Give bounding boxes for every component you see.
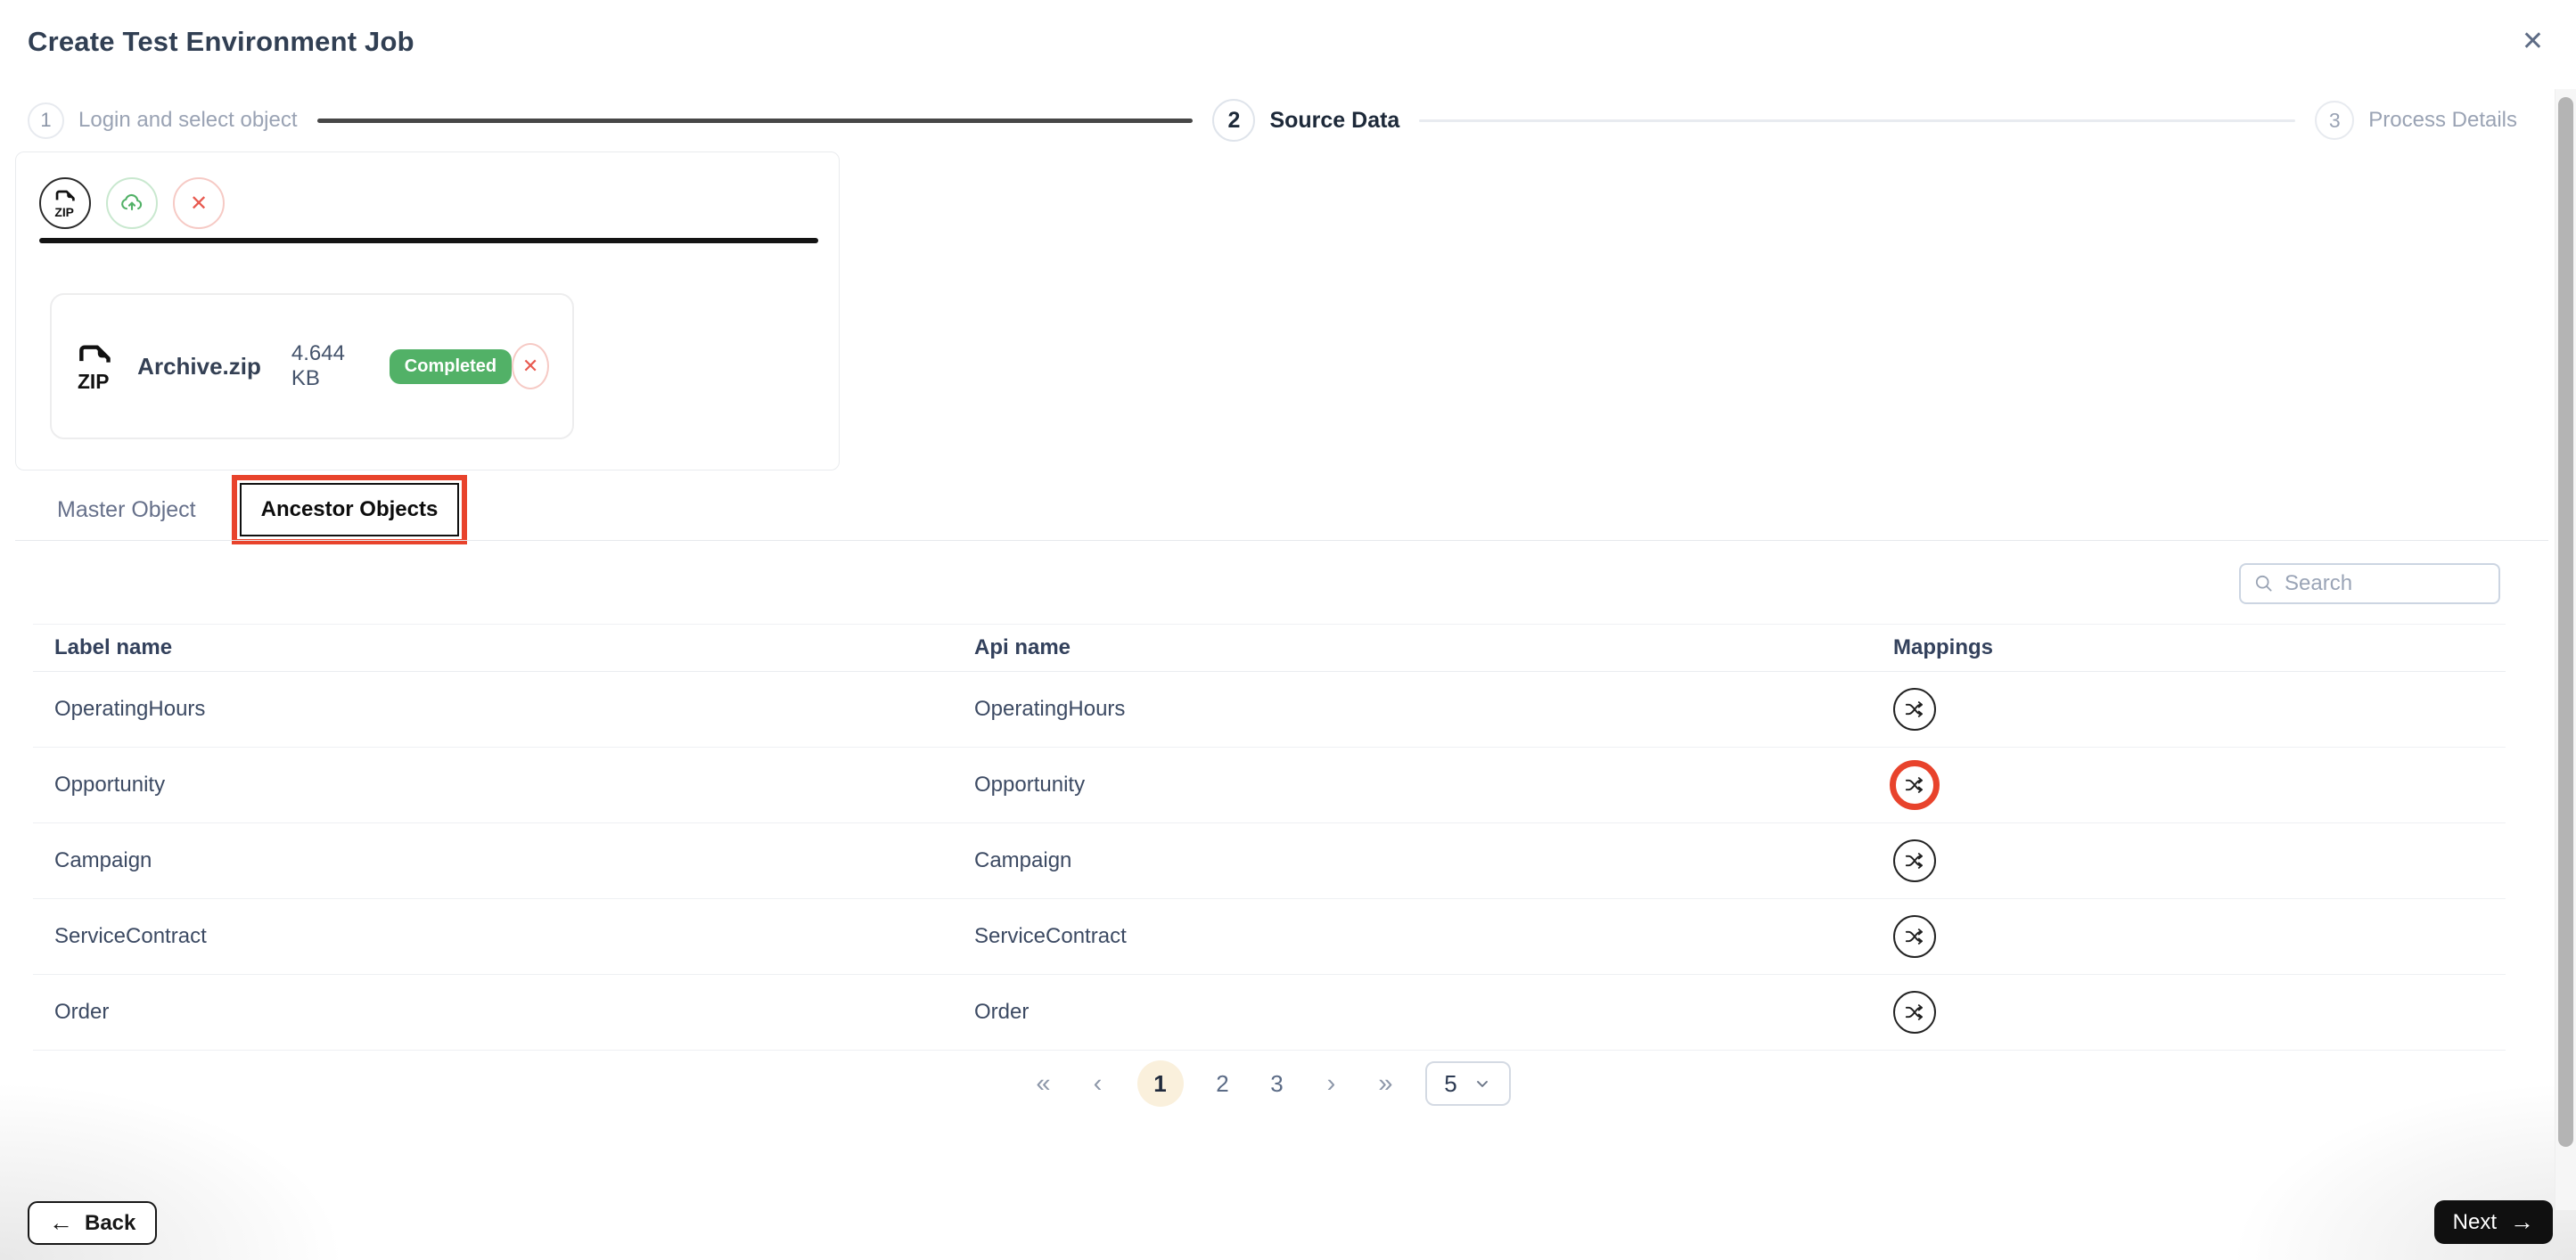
step-process-details[interactable]: 3 Process Details bbox=[2315, 101, 2517, 140]
next-button[interactable]: Next → bbox=[2433, 1200, 2553, 1244]
cell-api-name: OperatingHours bbox=[974, 697, 1126, 721]
column-header-api-name: Api name bbox=[974, 635, 1071, 659]
table-row: Order Order bbox=[33, 975, 2506, 1051]
table-row: ServiceContract ServiceContract bbox=[33, 899, 2506, 975]
pagination-page-1[interactable]: 1 bbox=[1136, 1060, 1184, 1107]
pagination-page-3[interactable]: 3 bbox=[1262, 1070, 1292, 1098]
back-button-label: Back bbox=[85, 1210, 136, 1235]
shuffle-icon bbox=[1905, 929, 1924, 945]
page-size-select[interactable]: 5 bbox=[1424, 1061, 1511, 1106]
cell-api-name: ServiceContract bbox=[974, 924, 1127, 948]
file-size: 4.644 KB bbox=[291, 341, 345, 390]
next-button-label: Next bbox=[2452, 1209, 2497, 1234]
step-1-label: Login and select object bbox=[78, 108, 298, 132]
step-login-and-select-object[interactable]: 1 Login and select object bbox=[28, 102, 298, 139]
shuffle-icon bbox=[1905, 1004, 1924, 1020]
step-2-circle: 2 bbox=[1212, 99, 1256, 142]
back-arrow-icon: ← bbox=[49, 1209, 73, 1236]
shuffle-icon bbox=[1905, 853, 1924, 869]
cell-label-name: OperatingHours bbox=[54, 697, 206, 721]
status-badge: Completed bbox=[389, 348, 513, 384]
pagination-first-icon[interactable]: « bbox=[1029, 1070, 1059, 1097]
annotation-red-rectangle: Ancestor Objects bbox=[231, 475, 468, 544]
mappings-shuffle-button[interactable] bbox=[1893, 839, 1936, 882]
step-3-label: Process Details bbox=[2368, 108, 2518, 132]
back-button[interactable]: ← Back bbox=[28, 1201, 158, 1245]
mappings-shuffle-button[interactable] bbox=[1893, 991, 1936, 1034]
column-header-label-name: Label name bbox=[54, 635, 173, 659]
tabs-divider bbox=[15, 540, 2548, 541]
chevron-down-icon bbox=[1476, 1081, 1488, 1087]
svg-text:ZIP: ZIP bbox=[54, 205, 74, 218]
page-title: Create Test Environment Job bbox=[28, 26, 414, 57]
scrollbar-thumb[interactable] bbox=[2558, 97, 2573, 1147]
scrollbar-track[interactable] bbox=[2555, 89, 2576, 1210]
stepper-connector-upcoming bbox=[1419, 119, 2296, 122]
zip-glyph: ZIP bbox=[54, 190, 75, 218]
cell-api-name: Order bbox=[974, 1000, 1030, 1024]
upload-progress-bar bbox=[39, 238, 818, 243]
step-3-circle: 3 bbox=[2315, 101, 2355, 140]
file-name: Archive.zip bbox=[137, 352, 261, 380]
pagination-page-2[interactable]: 2 bbox=[1208, 1070, 1238, 1098]
create-test-environment-job-modal: Create Test Environment Job ✕ 1 Login an… bbox=[0, 0, 2576, 1260]
uploaded-file-card: ZIP Archive.zip 4.644 KB Completed ✕ bbox=[50, 293, 574, 439]
mappings-shuffle-button[interactable] bbox=[1893, 915, 1936, 958]
pagination: « ‹ 1 2 3 › » 5 bbox=[33, 1059, 2506, 1109]
pagination-prev-icon[interactable]: ‹ bbox=[1083, 1070, 1113, 1097]
mappings-shuffle-button-highlighted[interactable] bbox=[1890, 760, 1940, 810]
step-source-data[interactable]: 2 Source Data bbox=[1212, 99, 1399, 142]
step-2-label: Source Data bbox=[1269, 107, 1400, 133]
tab-master-object[interactable]: Master Object bbox=[36, 485, 217, 536]
table-row: OperatingHours OperatingHours bbox=[33, 672, 2506, 748]
table-row: Opportunity Opportunity bbox=[33, 748, 2506, 823]
search-icon bbox=[2255, 575, 2272, 592]
cloud-upload-icon[interactable] bbox=[106, 177, 158, 229]
cancel-upload-icon[interactable]: ✕ bbox=[173, 177, 225, 229]
cell-label-name: Opportunity bbox=[54, 773, 166, 797]
ancestor-objects-table: Label name Api name Mappings OperatingHo… bbox=[33, 624, 2506, 1051]
table-header: Label name Api name Mappings bbox=[33, 624, 2506, 672]
next-arrow-icon: → bbox=[2510, 1208, 2534, 1235]
shuffle-icon bbox=[1905, 777, 1924, 793]
zip-file-icon[interactable]: ZIP bbox=[39, 177, 91, 229]
upload-card: ZIP ✕ ZIP Archive.zip 4.644 KB Completed… bbox=[15, 151, 840, 470]
mappings-shuffle-button[interactable] bbox=[1893, 688, 1936, 731]
column-header-mappings: Mappings bbox=[1893, 635, 1993, 659]
search-box[interactable] bbox=[2239, 563, 2500, 604]
upload-toolbar: ZIP ✕ bbox=[39, 177, 225, 229]
close-icon[interactable]: ✕ bbox=[2522, 29, 2544, 55]
pagination-next-icon[interactable]: › bbox=[1317, 1070, 1347, 1097]
tab-ancestor-objects[interactable]: Ancestor Objects bbox=[239, 483, 460, 536]
cell-label-name: ServiceContract bbox=[54, 924, 207, 948]
cell-label-name: Campaign bbox=[54, 848, 152, 872]
pagination-last-icon[interactable]: » bbox=[1371, 1070, 1401, 1097]
cell-api-name: Campaign bbox=[974, 848, 1072, 872]
shuffle-icon bbox=[1905, 701, 1924, 717]
stepper: 1 Login and select object 2 Source Data … bbox=[28, 94, 2517, 146]
cell-api-name: Opportunity bbox=[974, 773, 1086, 797]
step-1-circle: 1 bbox=[28, 102, 64, 139]
zip-file-icon-large: ZIP bbox=[78, 345, 111, 393]
svg-text:ZIP: ZIP bbox=[78, 370, 110, 393]
search-input[interactable] bbox=[2285, 571, 2472, 596]
page-size-value: 5 bbox=[1444, 1069, 1457, 1097]
remove-file-button[interactable]: ✕ bbox=[512, 343, 549, 389]
cell-label-name: Order bbox=[54, 1000, 110, 1024]
stepper-connector-done bbox=[316, 118, 1194, 123]
tab-bar: Master Object Ancestor Objects bbox=[36, 475, 468, 544]
table-row: Campaign Campaign bbox=[33, 823, 2506, 899]
